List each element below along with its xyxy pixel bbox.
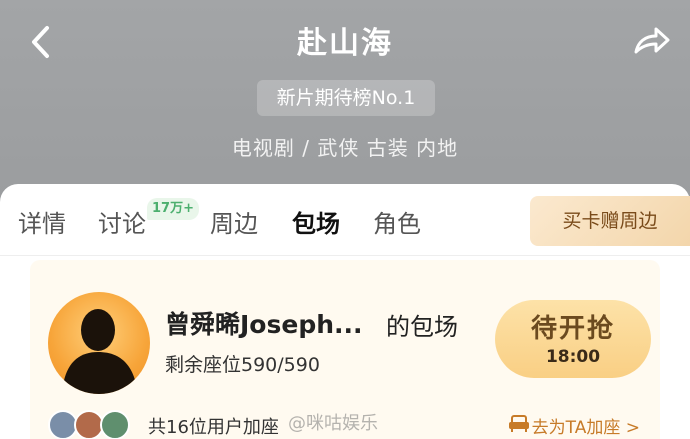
pending-label: 待开抢 [530,314,615,344]
discussion-count-badge: 17万+ [147,198,199,220]
rank-badge[interactable]: 新片期待榜No.1 [257,80,435,116]
host-name[interactable]: 曾舜晞Joseph... [165,305,363,341]
pending-grab-button[interactable]: 待开抢 18:00 [495,300,651,378]
pending-time: 18:00 [545,347,601,367]
host-avatar[interactable] [48,292,150,394]
tab-bar: 详情 讨论 17万+ 周边 包场 角色 买卡赠周边 [0,184,690,256]
sofa-icon [508,412,530,434]
tab-booking[interactable]: 包场 [292,204,340,239]
join-seat-link[interactable]: 去为TA加座 > [532,413,640,438]
genre-tags: 电视剧 / 武侠 古装 内地 [231,136,459,160]
watermark: @咪咕娱乐 [288,413,378,434]
tab-discussion[interactable]: 讨论 [98,204,146,239]
tab-merch[interactable]: 周边 [210,204,258,239]
remaining-seats: 剩余座位590/590 [165,354,320,376]
header: 赴山海 新片期待榜No.1 电视剧 / 武侠 古装 内地 [0,0,690,190]
page-title: 赴山海 [297,26,393,61]
joined-count-text: 共16位用户加座 [148,417,279,438]
content-sheet: 详情 讨论 17万+ 周边 包场 角色 买卡赠周边 曾舜晞Joseph... 的… [0,184,690,439]
user-avatar[interactable] [100,410,130,439]
tab-characters[interactable]: 角色 [373,204,421,239]
buy-card-button[interactable]: 买卡赠周边 [530,196,690,246]
share-icon[interactable] [630,20,672,62]
tab-details[interactable]: 详情 [18,204,66,239]
host-suffix: 的包场 [386,313,458,341]
